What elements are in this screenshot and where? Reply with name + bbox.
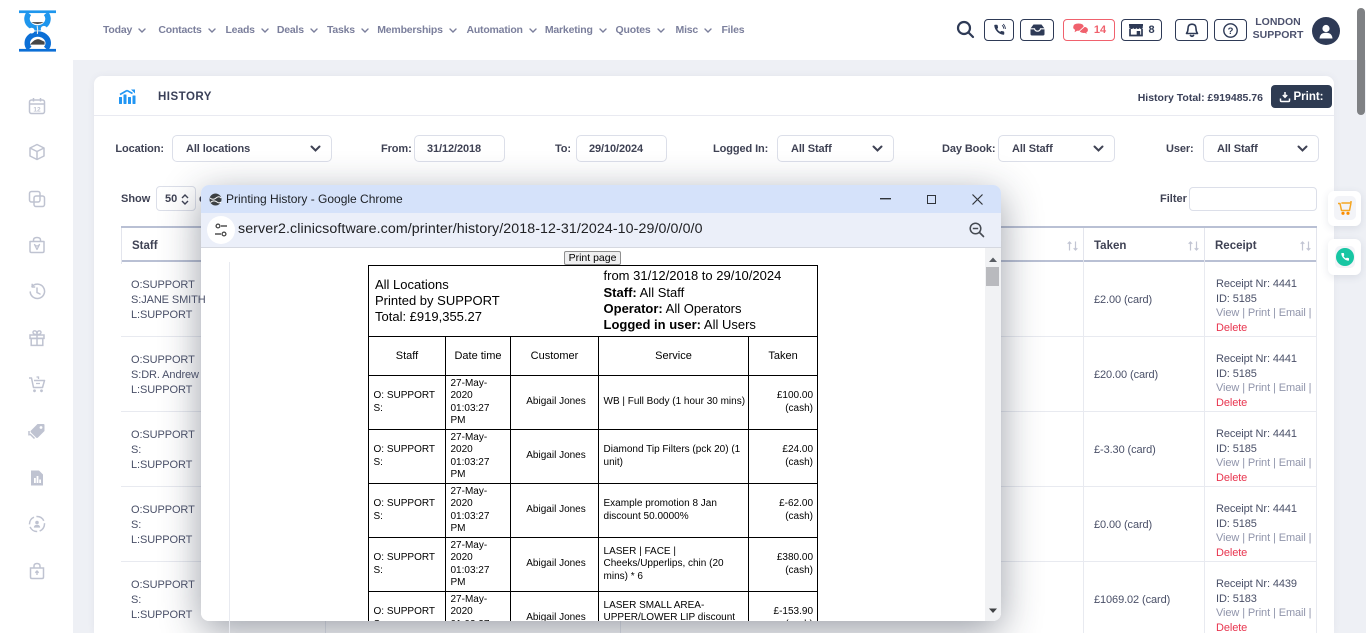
- svg-text:12: 12: [33, 107, 41, 114]
- svg-text:?: ?: [1228, 25, 1234, 36]
